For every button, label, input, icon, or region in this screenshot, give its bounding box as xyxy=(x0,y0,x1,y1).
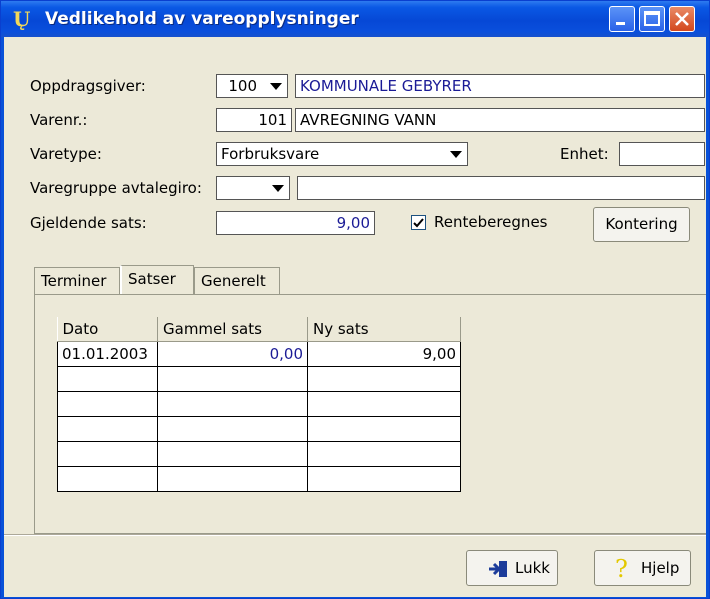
enhet-field[interactable] xyxy=(619,142,705,166)
table-row[interactable] xyxy=(57,415,461,442)
oppdragsgiver-code-combo[interactable]: 100 xyxy=(216,74,288,98)
hjelp-button[interactable]: ? Hjelp xyxy=(594,550,691,586)
table-cell[interactable] xyxy=(157,440,308,467)
table-row[interactable] xyxy=(57,440,461,467)
table-header-row: Dato Gammel sats Ny sats xyxy=(57,317,461,342)
oppdragsgiver-label: Oppdragsgiver: xyxy=(30,77,146,95)
minimize-icon xyxy=(616,22,625,25)
varetype-select[interactable]: Forbruksvare xyxy=(216,142,468,166)
table-cell[interactable] xyxy=(57,465,158,492)
maximize-icon xyxy=(644,11,660,26)
renteberegnes-label: Renteberegnes xyxy=(434,213,548,231)
table-cell[interactable] xyxy=(307,390,461,417)
minimize-button[interactable] xyxy=(609,6,635,32)
close-button[interactable] xyxy=(669,6,695,32)
checkmark-icon xyxy=(413,218,424,228)
table-row[interactable]: 01.01.2003 0,00 9,00 xyxy=(57,340,461,367)
table-cell[interactable]: 9,00 xyxy=(307,340,461,367)
table-cell[interactable] xyxy=(307,365,461,392)
divider xyxy=(4,534,706,536)
chevron-down-icon[interactable] xyxy=(264,76,286,96)
table-cell[interactable] xyxy=(157,465,308,492)
table-cell[interactable] xyxy=(157,390,308,417)
exit-door-icon xyxy=(489,561,507,577)
table-cell[interactable] xyxy=(57,365,158,392)
table-row[interactable] xyxy=(57,390,461,417)
lukk-button[interactable]: Lukk xyxy=(466,550,558,586)
column-header-ny-sats[interactable]: Ny sats xyxy=(307,317,461,342)
chevron-down-icon[interactable] xyxy=(444,144,466,164)
varegruppe-name-field[interactable] xyxy=(297,176,705,200)
oppdragsgiver-code: 100 xyxy=(228,77,257,95)
table-cell[interactable] xyxy=(307,415,461,442)
satser-table[interactable]: Dato Gammel sats Ny sats 01.01.2003 0,00… xyxy=(57,317,461,492)
enhet-label: Enhet: xyxy=(560,145,609,163)
varetype-value: Forbruksvare xyxy=(221,145,320,163)
varegruppe-code-combo[interactable] xyxy=(216,176,290,200)
sats-field[interactable]: 9,00 xyxy=(216,211,375,235)
tab-terminer[interactable]: Terminer xyxy=(34,267,120,294)
maximize-button[interactable] xyxy=(639,6,665,32)
question-mark-icon: ? xyxy=(615,555,628,583)
column-header-gammel-sats[interactable]: Gammel sats xyxy=(157,317,308,342)
chevron-down-icon[interactable] xyxy=(266,178,288,198)
table-cell[interactable] xyxy=(157,415,308,442)
tab-panel-satser: Dato Gammel sats Ny sats 01.01.2003 0,00… xyxy=(34,294,706,534)
close-icon xyxy=(675,12,689,26)
table-cell[interactable]: 0,00 xyxy=(157,340,308,367)
app-icon: Ų xyxy=(13,7,31,31)
table-cell[interactable] xyxy=(307,440,461,467)
table-cell[interactable] xyxy=(57,415,158,442)
table-cell[interactable] xyxy=(57,390,158,417)
varenr-name-field[interactable]: AVREGNING VANN xyxy=(295,108,705,132)
client-area: Oppdragsgiver: 100 KOMMUNALE GEBYRER Var… xyxy=(4,37,706,597)
window-title: Vedlikehold av vareopplysninger xyxy=(45,9,359,29)
title-bar[interactable]: Ų Vedlikehold av vareopplysninger xyxy=(1,1,709,37)
varegruppe-label: Varegruppe avtalegiro: xyxy=(30,179,202,197)
table-cell[interactable] xyxy=(307,465,461,492)
oppdragsgiver-name-field[interactable]: KOMMUNALE GEBYRER xyxy=(295,74,705,98)
varenr-code-field[interactable]: 101 xyxy=(216,108,292,132)
kontering-button[interactable]: Kontering xyxy=(593,207,690,242)
column-header-dato[interactable]: Dato xyxy=(57,317,158,342)
table-row[interactable] xyxy=(57,365,461,392)
table-cell[interactable]: 01.01.2003 xyxy=(57,340,158,367)
tab-satser[interactable]: Satser xyxy=(120,265,194,295)
table-cell[interactable] xyxy=(57,440,158,467)
sats-label: Gjeldende sats: xyxy=(30,214,147,232)
varenr-label: Varenr.: xyxy=(30,111,88,129)
table-row[interactable] xyxy=(57,465,461,492)
application-window: Ų Vedlikehold av vareopplysninger Oppdra… xyxy=(0,0,710,599)
table-cell[interactable] xyxy=(157,365,308,392)
varetype-label: Varetype: xyxy=(30,145,102,163)
renteberegnes-checkbox[interactable] xyxy=(411,215,426,230)
tab-generelt[interactable]: Generelt xyxy=(194,267,280,294)
